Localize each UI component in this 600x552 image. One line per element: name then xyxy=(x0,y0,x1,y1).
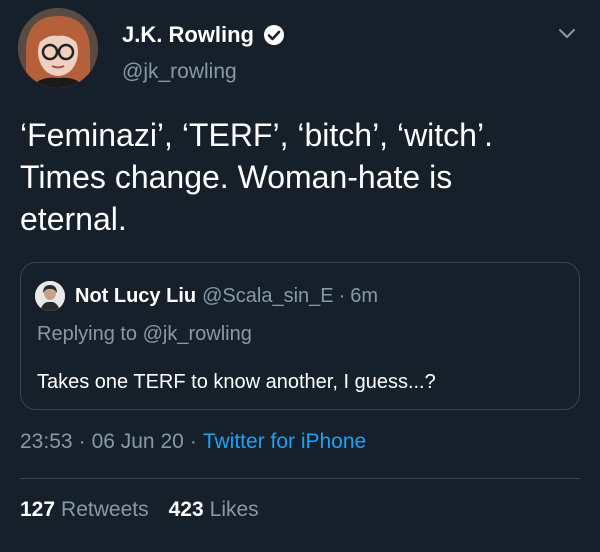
quoted-tweet[interactable]: Not Lucy Liu @Scala_sin_E · 6m Replying … xyxy=(20,262,580,410)
tweet-stats: 127 Retweets 423 Likes xyxy=(20,498,259,522)
tweet-source-link[interactable]: Twitter for iPhone xyxy=(203,430,366,454)
tweet-date[interactable]: 06 Jun 20 xyxy=(92,430,184,454)
meta-separator-1: · xyxy=(78,430,86,453)
quoted-tweet-header: Not Lucy Liu @Scala_sin_E · 6m xyxy=(35,281,378,311)
chevron-down-icon[interactable] xyxy=(556,22,578,44)
author-avatar[interactable] xyxy=(18,8,98,88)
quoted-separator: · xyxy=(338,284,346,307)
retweets-count[interactable]: 127 xyxy=(20,498,55,522)
retweets-label[interactable]: Retweets xyxy=(61,498,149,522)
quoted-tweet-text: Takes one TERF to know another, I guess.… xyxy=(37,371,436,393)
tweet-time[interactable]: 23:53 xyxy=(20,430,73,454)
tweet-header: J.K. Rowling @jk_rowling xyxy=(18,8,582,92)
quoted-replying-to: Replying to @jk_rowling xyxy=(37,323,252,345)
tweet-text: ‘Feminazi’, ‘TERF’, ‘bitch’, ‘witch’. Ti… xyxy=(20,117,493,237)
tweet-card: J.K. Rowling @jk_rowling ‘Feminazi’, ‘TE… xyxy=(0,0,600,552)
likes-label[interactable]: Likes xyxy=(210,498,259,522)
likes-count[interactable]: 423 xyxy=(169,498,204,522)
quoted-author-handle: @Scala_sin_E xyxy=(202,284,334,307)
tweet-meta: 23:53 · 06 Jun 20 · Twitter for iPhone xyxy=(20,430,366,454)
meta-separator-2: · xyxy=(189,430,197,453)
quoted-avatar xyxy=(35,281,65,311)
verified-badge-icon xyxy=(264,25,284,45)
quoted-avatar-image xyxy=(35,281,65,311)
author-name-row: J.K. Rowling xyxy=(122,22,286,48)
divider xyxy=(20,478,580,479)
author-handle[interactable]: @jk_rowling xyxy=(122,60,237,84)
quoted-author-name: Not Lucy Liu xyxy=(75,284,197,307)
author-avatar-image xyxy=(18,8,98,88)
quoted-time: 6m xyxy=(350,284,379,307)
author-display-name[interactable]: J.K. Rowling xyxy=(122,22,254,48)
